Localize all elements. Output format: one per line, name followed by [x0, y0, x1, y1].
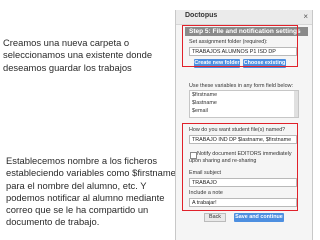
- scrollbar[interactable]: [294, 91, 298, 117]
- close-icon[interactable]: ×: [303, 12, 308, 21]
- app-name: Doctopus: [185, 12, 218, 19]
- variables-label: Use these variables in any form field be…: [189, 83, 293, 89]
- highlight-naming-section: [182, 123, 298, 211]
- caption-filenames: Establecemos nombre a los ficheros estab…: [6, 155, 176, 228]
- dialog-titlebar: Doctopus ×: [176, 10, 312, 25]
- variables-list[interactable]: $firstname $lastname $email: [189, 90, 299, 118]
- list-item: $firstname: [192, 92, 218, 98]
- save-continue-button[interactable]: Save and continue: [234, 213, 284, 222]
- list-item: $email: [192, 108, 208, 114]
- back-button[interactable]: Back: [204, 213, 226, 222]
- highlight-folder-section: [182, 25, 298, 67]
- list-item: $lastname: [192, 100, 217, 106]
- caption-folder: Creamos una nueva carpeta o seleccionamo…: [3, 37, 153, 73]
